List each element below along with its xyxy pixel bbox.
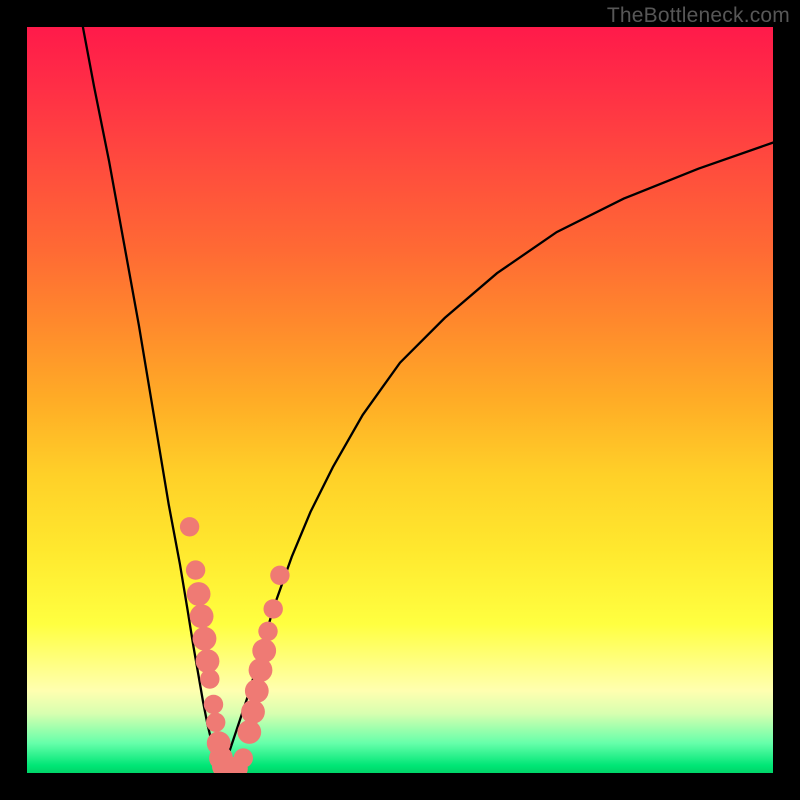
marker-dot xyxy=(206,713,225,732)
marker-dot xyxy=(200,669,219,688)
marker-dot xyxy=(234,748,253,767)
marker-dot xyxy=(252,639,276,663)
marker-dot xyxy=(258,622,277,641)
curve-layer xyxy=(27,27,773,773)
marker-dot xyxy=(264,599,283,618)
plot-area xyxy=(27,27,773,773)
marker-dot xyxy=(270,566,289,585)
marker-dot xyxy=(180,517,199,536)
marker-dot xyxy=(193,627,217,651)
watermark-text: TheBottleneck.com xyxy=(607,4,790,28)
marker-dot xyxy=(186,560,205,579)
marker-dot xyxy=(241,700,265,724)
marker-dot xyxy=(204,695,223,714)
marker-dot xyxy=(245,679,269,703)
marker-dot xyxy=(187,582,211,606)
curve-right-branch xyxy=(221,143,773,770)
marker-dot xyxy=(190,604,214,628)
marker-dot xyxy=(237,720,261,744)
chart-frame: TheBottleneck.com xyxy=(0,0,800,800)
marker-dot xyxy=(196,649,220,673)
